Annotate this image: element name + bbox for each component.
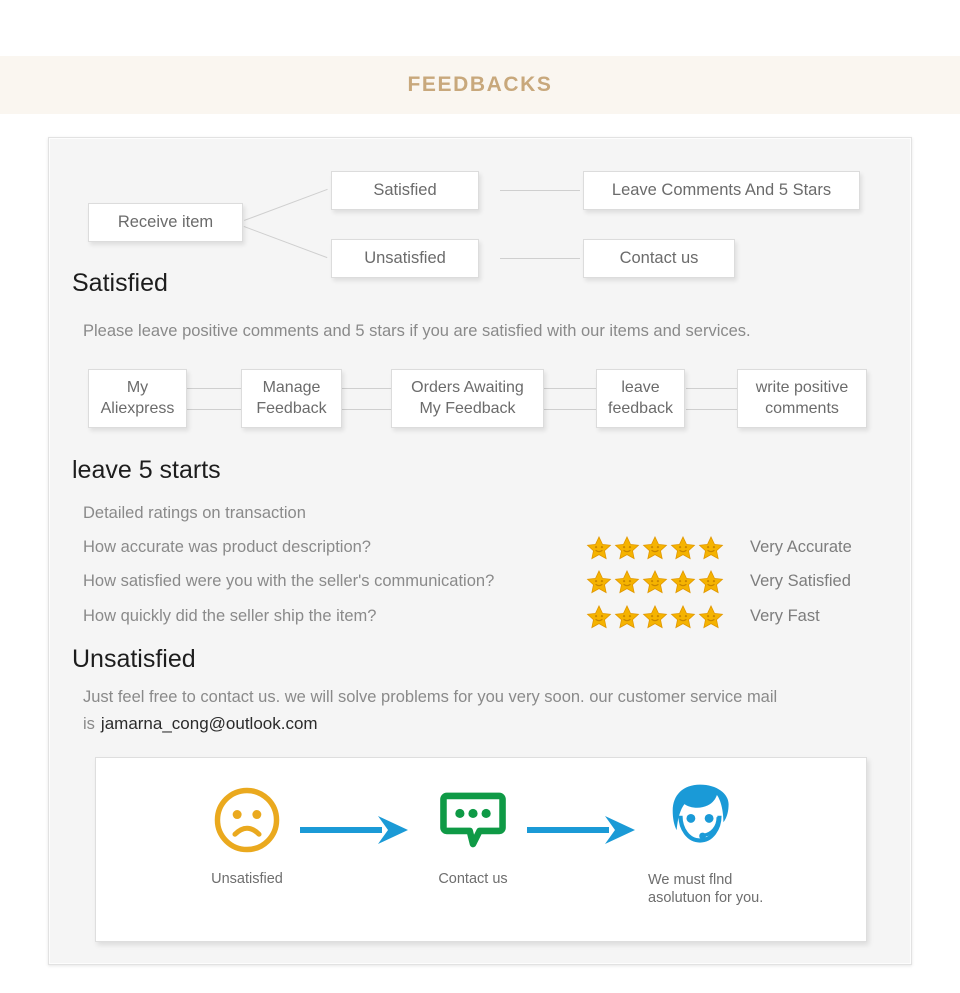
- step-box-orders-awaiting[interactable]: Orders Awaiting My Feedback: [391, 369, 544, 428]
- page-title: FEEDBACKS: [407, 73, 553, 96]
- star-icon[interactable]: [586, 535, 612, 561]
- step-box-write-positive-comments[interactable]: write positive comments: [737, 369, 867, 428]
- rating-stars-2[interactable]: [586, 569, 724, 595]
- step-connector-3-top: [544, 388, 596, 389]
- star-icon[interactable]: [614, 535, 640, 561]
- rating-question-2: How satisfied were you with the seller's…: [83, 572, 495, 590]
- star-icon[interactable]: [670, 569, 696, 595]
- step-connector-1-top: [186, 388, 242, 389]
- sad-face-icon: [214, 787, 280, 853]
- step-box-write-positive-comments-line2: comments: [765, 399, 839, 417]
- feedback-page: FEEDBACKS Receive item Satisfied Unsatis…: [0, 0, 960, 993]
- rating-stars-1[interactable]: [586, 535, 724, 561]
- step-box-orders-awaiting-line1: Orders Awaiting: [411, 379, 524, 397]
- star-icon[interactable]: [614, 569, 640, 595]
- unsatisfied-description: Just feel free to contact us. we will so…: [83, 684, 873, 738]
- ratings-subtitle: Detailed ratings on transaction: [83, 504, 306, 522]
- step-connector-4-top: [686, 388, 738, 389]
- illustration-support-agent-caption: We must flnd asolutuon for you.: [648, 872, 764, 907]
- step-box-leave-feedback[interactable]: leave feedback: [596, 369, 685, 428]
- star-icon[interactable]: [642, 535, 668, 561]
- rating-value-3: Very Fast: [750, 607, 820, 625]
- step-box-my-aliexpress-line2: Aliexpress: [100, 399, 175, 417]
- flow-box-contact-us-label: Contact us: [619, 248, 699, 267]
- rating-value-2: Very Satisfied: [750, 572, 851, 590]
- flow-box-receive-item-label: Receive item: [117, 212, 214, 231]
- star-icon[interactable]: [670, 535, 696, 561]
- step-box-manage-feedback[interactable]: Manage Feedback: [241, 369, 342, 428]
- star-icon[interactable]: [698, 535, 724, 561]
- satisfied-description: Please leave positive comments and 5 sta…: [83, 322, 751, 340]
- flow-box-contact-us[interactable]: Contact us: [583, 239, 735, 278]
- star-icon[interactable]: [698, 569, 724, 595]
- flow-box-receive-item[interactable]: Receive item: [88, 203, 243, 242]
- unsatisfied-heading: Unsatisfied: [72, 645, 196, 673]
- feedbacks-header-band: FEEDBACKS: [0, 56, 960, 114]
- step-box-leave-feedback-line2: feedback: [608, 399, 673, 417]
- step-connector-1-bottom: [186, 409, 242, 410]
- flow-box-leave-comments-label: Leave Comments And 5 Stars: [611, 180, 832, 199]
- step-connector-2-bottom: [342, 409, 391, 410]
- star-icon[interactable]: [698, 604, 724, 630]
- chat-bubble-icon: [440, 792, 506, 848]
- illustration-contact-us-caption: Contact us: [438, 871, 508, 887]
- illustration-unsatisfied-caption: Unsatisfied: [211, 871, 283, 887]
- step-box-my-aliexpress[interactable]: My Aliexpress: [88, 369, 187, 428]
- flow-box-leave-comments[interactable]: Leave Comments And 5 Stars: [583, 171, 860, 210]
- rating-value-1: Very Accurate: [750, 538, 852, 556]
- flow-box-satisfied[interactable]: Satisfied: [331, 171, 479, 210]
- star-icon[interactable]: [642, 569, 668, 595]
- step-box-manage-feedback-line2: Feedback: [256, 399, 327, 417]
- star-icon[interactable]: [586, 569, 612, 595]
- step-connector-3-bottom: [544, 409, 596, 410]
- rating-stars-3[interactable]: [586, 604, 724, 630]
- rating-question-1: How accurate was product description?: [83, 538, 371, 556]
- satisfied-heading: Satisfied: [72, 269, 168, 297]
- support-email[interactable]: jamarna_cong@outlook.com: [95, 714, 318, 733]
- ratings-heading: leave 5 starts: [72, 456, 221, 484]
- flow-box-unsatisfied-label: Unsatisfied: [364, 248, 446, 267]
- star-icon[interactable]: [642, 604, 668, 630]
- flow-box-satisfied-label: Satisfied: [373, 180, 437, 199]
- rating-question-3: How quickly did the seller ship the item…: [83, 607, 377, 625]
- step-box-manage-feedback-line1: Manage: [262, 379, 321, 397]
- flow-box-unsatisfied[interactable]: Unsatisfied: [331, 239, 479, 278]
- step-box-leave-feedback-line1: leave: [621, 379, 660, 397]
- star-icon[interactable]: [670, 604, 696, 630]
- star-icon[interactable]: [586, 604, 612, 630]
- flow-connector-satisfied-result: [500, 190, 580, 191]
- step-connector-2-top: [342, 388, 391, 389]
- step-connector-4-bottom: [686, 409, 738, 410]
- step-box-write-positive-comments-line1: write positive: [755, 379, 849, 397]
- star-icon[interactable]: [614, 604, 640, 630]
- illustration-support-agent: We must flnd asolutuon for you.: [620, 782, 780, 907]
- step-box-my-aliexpress-line1: My: [126, 379, 149, 397]
- support-agent-icon: [672, 784, 729, 843]
- flow-connector-unsatisfied-result: [500, 258, 580, 259]
- step-box-orders-awaiting-line2: My Feedback: [419, 399, 516, 417]
